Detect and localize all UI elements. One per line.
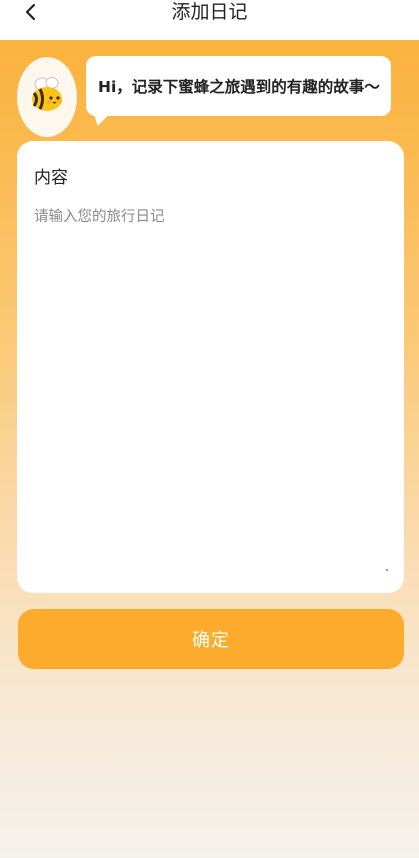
header-bar: 添加日记 xyxy=(0,0,419,40)
content-card: 内容 xyxy=(17,141,404,593)
greeting-bubble: Hi，记录下蜜蜂之旅遇到的有趣的故事～ xyxy=(86,56,391,116)
page-title: 添加日记 xyxy=(171,1,248,23)
avatar xyxy=(17,57,77,137)
content-label: 内容 xyxy=(34,168,68,188)
confirm-button[interactable]: 确定 xyxy=(18,609,404,669)
diary-content-input[interactable] xyxy=(34,205,389,565)
bubble-tail xyxy=(90,112,112,126)
bee-icon xyxy=(25,75,69,119)
resize-handle xyxy=(386,569,388,571)
greeting-text: Hi，记录下蜜蜂之旅遇到的有趣的故事～ xyxy=(98,78,380,96)
main-area: Hi，记录下蜜蜂之旅遇到的有趣的故事～ 内容 确定 xyxy=(0,40,419,858)
